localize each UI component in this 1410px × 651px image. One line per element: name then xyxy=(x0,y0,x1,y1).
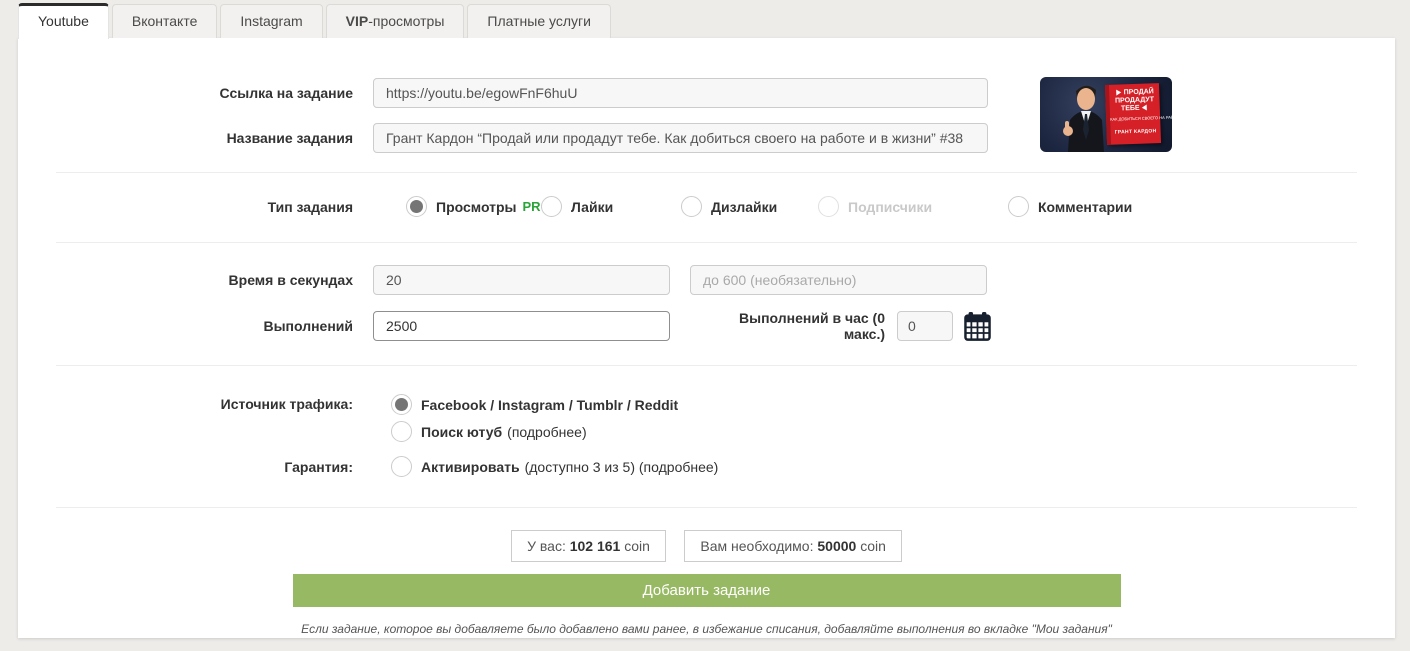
type-option-label: Лайки xyxy=(571,199,613,215)
link-label: Ссылка на задание xyxy=(18,85,373,101)
needed-value: 50000 xyxy=(817,538,856,554)
radio-comments[interactable] xyxy=(1008,196,1029,217)
tab-bar: Youtube Вконтакте Instagram VIP-просмотр… xyxy=(0,0,1410,38)
title-input[interactable] xyxy=(373,123,988,153)
footer-note: Если задание, которое вы добавляете было… xyxy=(18,622,1395,636)
radio-dislikes[interactable] xyxy=(681,196,702,217)
type-option-label: Дизлайки xyxy=(711,199,777,215)
tab-vkontakte[interactable]: Вконтакте xyxy=(112,4,218,38)
balance-value: 102 161 xyxy=(570,538,621,554)
arrow-right-icon xyxy=(1117,90,1122,96)
time-seconds-input[interactable] xyxy=(373,265,670,295)
section-time-executions: Время в секундах Выполнений Выполнений в… xyxy=(18,243,1395,365)
type-option-label: Просмотры xyxy=(436,199,517,215)
needed-prefix: Вам необходимо: xyxy=(700,538,813,554)
traffic-option-social[interactable]: Facebook / Instagram / Tumblr / Reddit xyxy=(391,394,678,415)
tab-vip-rest: -просмотры xyxy=(368,13,444,29)
type-option-label: Подписчики xyxy=(848,199,932,215)
time-label: Время в секундах xyxy=(18,272,373,288)
task-form-panel: Ссылка на задание Название задания ПРОДА… xyxy=(18,38,1395,638)
executions-label: Выполнений xyxy=(18,318,373,334)
per-hour-input[interactable] xyxy=(897,311,953,341)
traffic-option-more-link: (подробнее) xyxy=(507,424,586,440)
traffic-option-youtube-search[interactable]: Поиск ютуб (подробнее) xyxy=(391,421,678,442)
guarantee-option-suffix: (доступно 3 из 5) (подробнее) xyxy=(525,459,719,475)
book-author: ГРАНТ КАРДОН xyxy=(1111,127,1161,137)
needed-unit: coin xyxy=(860,538,886,554)
arrow-left-icon xyxy=(1142,105,1147,111)
book-title-line3: ТЕБЕ xyxy=(1121,105,1140,113)
balance-box: У вас: 102 161 coin xyxy=(511,530,666,562)
traffic-option-label: Поиск ютуб xyxy=(421,424,502,440)
guarantee-option-label: Активировать xyxy=(421,459,520,475)
book-title-line1: ПРОДАЙ xyxy=(1124,88,1154,96)
type-option-subscribers: Подписчики xyxy=(818,196,1008,217)
video-thumbnail: ПРОДАЙ ПРОДАДУТ ТЕБЕ КАК ДОБИТЬСЯ СВОЕГО… xyxy=(1040,77,1172,152)
type-option-dislikes[interactable]: Дизлайки xyxy=(681,196,818,217)
per-hour-label: Выполнений в час (0 макс.) xyxy=(715,310,885,342)
traffic-label: Источник трафика: xyxy=(18,394,373,412)
radio-likes[interactable] xyxy=(541,196,562,217)
section-task-type: Тип задания Просмотры PRO Лайки Дизлайки xyxy=(18,173,1395,242)
radio-traffic-search[interactable] xyxy=(391,421,412,442)
radio-guarantee[interactable] xyxy=(391,456,412,477)
book-title-line2: ПРОДАДУТ xyxy=(1115,96,1154,104)
tab-vip-views[interactable]: VIP-просмотры xyxy=(326,4,465,38)
section-link-title: Ссылка на задание Название задания ПРОДА… xyxy=(18,38,1395,172)
type-option-likes[interactable]: Лайки xyxy=(541,196,681,217)
radio-subscribers xyxy=(818,196,839,217)
book-cover: ПРОДАЙ ПРОДАДУТ ТЕБЕ КАК ДОБИТЬСЯ СВОЕГО… xyxy=(1105,83,1161,145)
tab-vip-bold: VIP xyxy=(346,13,369,29)
time-max-input[interactable] xyxy=(690,265,987,295)
type-option-label: Комментарии xyxy=(1038,199,1132,215)
link-input[interactable] xyxy=(373,78,988,108)
type-label: Тип задания xyxy=(18,199,373,215)
book-subtitle: КАК ДОБИТЬСЯ СВОЕГО НА РАБОТЕ И В ЖИЗНИ xyxy=(1110,115,1160,123)
title-label: Название задания xyxy=(18,130,373,146)
calendar-button[interactable] xyxy=(964,311,992,341)
calendar-icon xyxy=(964,312,991,341)
tab-youtube[interactable]: Youtube xyxy=(18,3,109,39)
radio-traffic-social[interactable] xyxy=(391,394,412,415)
section-traffic-guarantee: Источник трафика: Facebook / Instagram /… xyxy=(18,366,1395,507)
executions-input[interactable] xyxy=(373,311,670,341)
add-task-button[interactable]: Добавить задание xyxy=(293,574,1121,607)
tab-paid-services[interactable]: Платные услуги xyxy=(467,4,611,38)
type-option-comments[interactable]: Комментарии xyxy=(1008,196,1132,217)
guarantee-label: Гарантия: xyxy=(18,459,373,475)
tab-instagram[interactable]: Instagram xyxy=(220,4,322,38)
radio-views[interactable] xyxy=(406,196,427,217)
type-option-views[interactable]: Просмотры PRO xyxy=(406,196,541,217)
needed-box: Вам необходимо: 50000 coin xyxy=(684,530,902,562)
traffic-option-label: Facebook / Instagram / Tumblr / Reddit xyxy=(421,397,678,413)
guarantee-option-activate[interactable]: Активировать (доступно 3 из 5) (подробне… xyxy=(373,456,718,477)
balance-unit: coin xyxy=(624,538,650,554)
section-submit: У вас: 102 161 coin Вам необходимо: 5000… xyxy=(18,508,1395,636)
balance-prefix: У вас: xyxy=(527,538,566,554)
